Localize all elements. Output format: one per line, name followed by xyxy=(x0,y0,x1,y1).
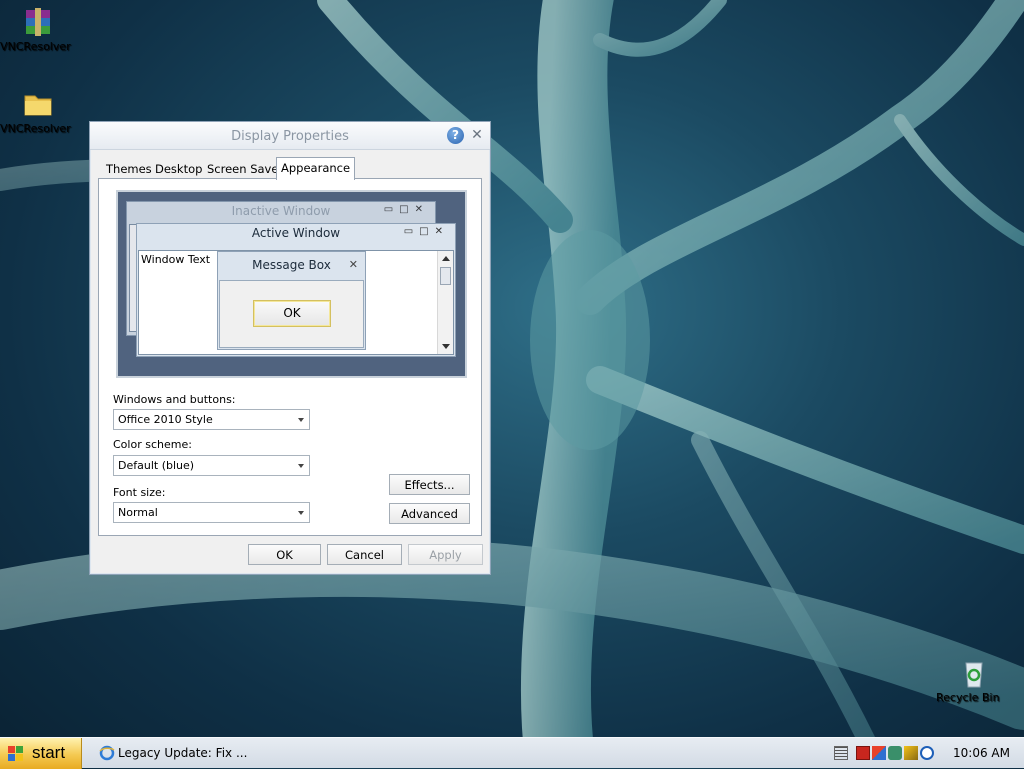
desktop-icon-label: VNCResolver xyxy=(0,122,71,135)
eye-icon[interactable] xyxy=(920,746,934,760)
preview-message-box: Message Box ✕ OK xyxy=(217,251,366,350)
font-size-select[interactable]: Normal xyxy=(113,502,310,523)
ok-button[interactable]: OK xyxy=(248,544,321,565)
dialog-titlebar[interactable]: Display Properties ? ✕ xyxy=(90,122,490,150)
tab-screen-saver[interactable]: Screen Saver xyxy=(203,159,287,179)
scroll-up-icon xyxy=(442,256,450,261)
display-properties-dialog: Display Properties ? ✕ Themes Desktop Sc… xyxy=(89,121,491,575)
tab-themes[interactable]: Themes xyxy=(102,159,156,179)
windows-buttons-value: Office 2010 Style xyxy=(118,413,213,426)
preview-inactive-title: Inactive Window ▭□✕ xyxy=(127,202,435,222)
preview-inactive-title-text: Inactive Window xyxy=(231,204,331,218)
taskbar: start Legacy Update: Fix ... 10:06 AM xyxy=(0,737,1024,769)
preview-active-title-text: Active Window xyxy=(251,226,341,240)
folder-icon xyxy=(22,88,54,120)
preview-window-controls-icon: ▭□✕ xyxy=(403,226,449,237)
scroll-thumb xyxy=(440,267,451,285)
preview-window-controls-icon: ▭□✕ xyxy=(383,204,429,215)
apply-button[interactable]: Apply xyxy=(408,544,483,565)
system-tray: 10:06 AM xyxy=(834,738,1024,769)
tab-appearance[interactable]: Appearance xyxy=(276,157,356,180)
color-scheme-select[interactable]: Default (blue) xyxy=(113,455,310,476)
scroll-down-icon xyxy=(442,344,450,349)
preview-window-text: Window Text xyxy=(141,253,211,266)
color-scheme-value: Default (blue) xyxy=(118,459,195,472)
color-scheme-label: Color scheme: xyxy=(113,438,192,451)
winrar-archive-icon xyxy=(22,6,54,38)
taskbar-item-label: Legacy Update: Fix ... xyxy=(118,746,248,760)
preview-message-close-icon: ✕ xyxy=(348,258,358,271)
appearance-tab-panel: Inactive Window ▭□✕ Active Window ▭□✕ Wi… xyxy=(98,178,482,536)
dialog-title: Display Properties xyxy=(231,129,349,144)
desktop-icon-label: VNCResolver xyxy=(0,40,71,53)
windows-buttons-label: Windows and buttons: xyxy=(113,393,236,406)
windows-buttons-select[interactable]: Office 2010 Style xyxy=(113,409,310,430)
mcafee-icon[interactable] xyxy=(856,746,870,760)
windows-flag-icon xyxy=(8,746,23,761)
effects-button[interactable]: Effects... xyxy=(389,474,470,495)
desktop-icon-vncresolver-archive[interactable]: VNCResolver xyxy=(0,6,76,53)
appearance-preview: Inactive Window ▭□✕ Active Window ▭□✕ Wi… xyxy=(116,190,467,378)
clock: 10:06 AM xyxy=(953,746,1010,760)
taskbar-item-legacy-update[interactable]: Legacy Update: Fix ... xyxy=(96,741,248,766)
start-button[interactable]: start xyxy=(0,738,82,769)
chevron-down-icon xyxy=(298,418,304,422)
preview-message-title: Message Box ✕ xyxy=(218,252,365,278)
font-size-value: Normal xyxy=(118,506,158,519)
font-size-label: Font size: xyxy=(113,486,166,499)
desktop-icon-label: Recycle Bin xyxy=(936,691,1000,704)
help-icon[interactable]: ? xyxy=(447,127,464,144)
cancel-button[interactable]: Cancel xyxy=(327,544,402,565)
desktop-icon-recycle-bin[interactable]: Recycle Bin xyxy=(936,657,1012,704)
preview-active-title: Active Window ▭□✕ xyxy=(137,224,455,244)
preview-ok-button: OK xyxy=(253,300,331,327)
preview-scrollbar xyxy=(437,251,453,354)
advanced-button[interactable]: Advanced xyxy=(389,503,470,524)
tab-desktop[interactable]: Desktop xyxy=(151,159,206,179)
tools-icon[interactable] xyxy=(904,746,918,760)
security-flag-icon[interactable] xyxy=(872,746,886,760)
preview-message-body: OK xyxy=(219,280,364,348)
close-icon[interactable]: ✕ xyxy=(470,127,484,143)
preview-message-title-text: Message Box xyxy=(252,258,331,272)
start-label: start xyxy=(32,743,66,762)
desktop-icon-vncresolver-folder[interactable]: VNCResolver xyxy=(0,88,76,135)
keyboard-icon[interactable] xyxy=(834,746,848,760)
chevron-down-icon xyxy=(298,511,304,515)
chevron-down-icon xyxy=(298,464,304,468)
recycle-bin-icon xyxy=(958,657,990,689)
internet-explorer-icon xyxy=(99,745,115,761)
network-icon[interactable] xyxy=(888,746,902,760)
